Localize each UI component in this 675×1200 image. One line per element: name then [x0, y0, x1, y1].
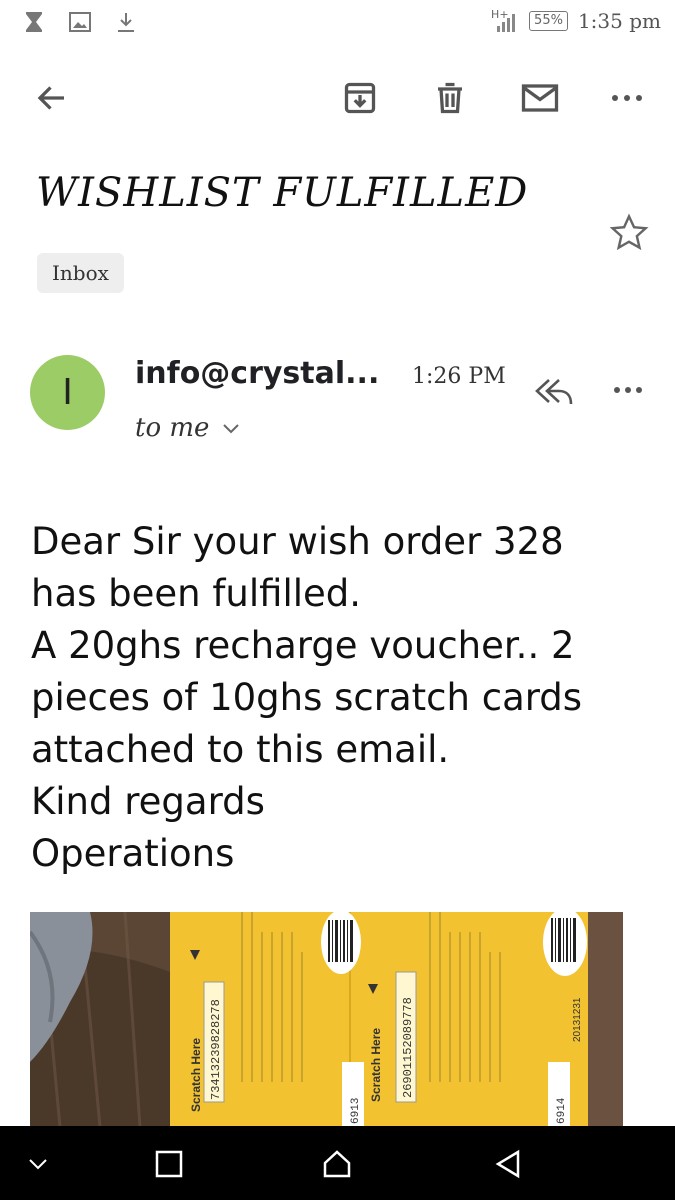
card2-scratch-label: Scratch Here	[369, 1028, 383, 1102]
nav-recents-icon[interactable]	[149, 1144, 189, 1184]
body-line: A 20ghs recharge voucher.. 2	[31, 624, 575, 667]
email-toolbar	[0, 70, 675, 126]
email-body: Dear Sir your wish order 328 has been fu…	[31, 516, 651, 880]
card-expiry: 20131231	[572, 997, 583, 1042]
hourglass-icon	[22, 10, 46, 38]
attachment-image[interactable]: Scratch Here 73413239828278 Scratch Here…	[30, 912, 623, 1127]
serial-fragment-1: 6913	[350, 1098, 362, 1124]
battery-indicator: 55%	[529, 11, 568, 31]
nav-home-icon[interactable]	[317, 1144, 357, 1184]
recipient-text: to me	[135, 413, 210, 443]
email-subject: WISHLIST FULFILLED	[36, 170, 529, 216]
more-icon[interactable]	[605, 76, 649, 120]
mail-icon[interactable]	[518, 76, 562, 120]
nav-hide-icon[interactable]	[18, 1144, 58, 1184]
recipient-details-toggle[interactable]: to me	[135, 413, 241, 443]
body-line: Operations	[31, 832, 235, 875]
card1-scratch-label: Scratch Here	[189, 1038, 203, 1112]
serial-fragment-2: 6914	[556, 1097, 568, 1124]
star-icon[interactable]	[608, 212, 650, 258]
card2-number: 26901152089778	[401, 997, 415, 1098]
delete-icon[interactable]	[428, 76, 472, 120]
scratch-cards-photo: Scratch Here 73413239828278 Scratch Here…	[30, 912, 623, 1127]
avatar: I	[30, 355, 105, 430]
signal-icon: H+	[491, 8, 519, 34]
message-time: 1:26 PM	[412, 364, 506, 389]
sender-name[interactable]: info@crystal...	[135, 356, 379, 391]
body-line: attached to this email.	[31, 728, 450, 771]
status-time: 1:35 pm	[577, 9, 661, 33]
body-line: has been fulfilled.	[31, 572, 362, 615]
card1-number: 73413239828278	[209, 999, 223, 1100]
status-bar: H+ 55% 1:35 pm	[0, 0, 675, 46]
body-line: Kind regards	[31, 780, 265, 823]
inbox-label-chip[interactable]: Inbox	[37, 253, 124, 293]
download-icon	[114, 10, 138, 38]
body-line: Dear Sir your wish order 328	[31, 520, 564, 563]
back-arrow-icon[interactable]	[30, 76, 74, 120]
chevron-down-icon	[221, 413, 241, 443]
nav-back-icon[interactable]	[488, 1144, 528, 1184]
body-line: pieces of 10ghs scratch cards	[31, 676, 583, 719]
system-navigation-bar	[0, 1126, 675, 1200]
message-more-icon[interactable]	[612, 380, 644, 399]
reply-all-icon[interactable]	[533, 374, 577, 414]
archive-icon[interactable]	[338, 76, 382, 120]
image-icon	[68, 10, 92, 38]
